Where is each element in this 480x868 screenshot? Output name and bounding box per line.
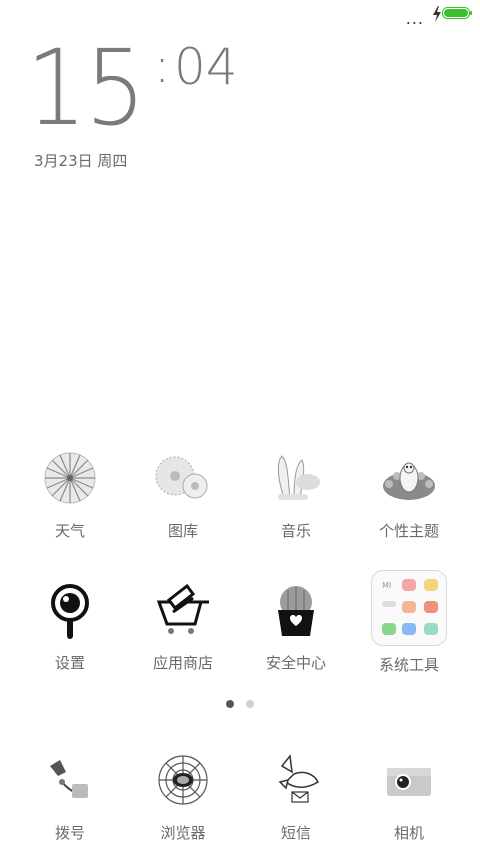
battery-icon bbox=[442, 7, 472, 19]
dock-phone[interactable]: 拨号 bbox=[14, 748, 126, 868]
app-music[interactable]: 音乐 bbox=[240, 446, 352, 566]
settings-eye-icon bbox=[38, 578, 102, 642]
page-dot-1[interactable] bbox=[226, 700, 234, 708]
app-label: 音乐 bbox=[280, 522, 311, 540]
page-indicator[interactable] bbox=[0, 700, 480, 710]
app-label: 图库 bbox=[167, 522, 198, 540]
app-weather[interactable]: 天气 bbox=[14, 446, 126, 566]
folder-background: MI bbox=[371, 570, 447, 646]
app-security[interactable]: 安全中心 bbox=[240, 578, 352, 698]
app-gallery[interactable]: 图库 bbox=[127, 446, 239, 566]
app-system-tools[interactable]: MI 系统工具 bbox=[353, 570, 465, 690]
app-settings[interactable]: 设置 bbox=[14, 578, 126, 698]
app-label: 拨号 bbox=[54, 824, 85, 842]
folder-badge: MI bbox=[382, 581, 392, 590]
signal-dots-icon: ... bbox=[405, 9, 424, 28]
page-dot-2[interactable] bbox=[246, 700, 254, 708]
clock-minutes: 04 bbox=[174, 38, 238, 96]
music-rabbit-icon bbox=[264, 446, 328, 510]
system-tools-folder-icon: MI bbox=[371, 570, 447, 646]
app-label: 相机 bbox=[393, 824, 424, 842]
clock-hours: 15 bbox=[26, 27, 146, 149]
security-cactus-icon bbox=[264, 578, 328, 642]
phone-icon bbox=[38, 748, 102, 812]
app-label: 系统工具 bbox=[378, 656, 439, 674]
app-label: 天气 bbox=[54, 522, 85, 540]
app-label: 短信 bbox=[280, 824, 311, 842]
app-label: 设置 bbox=[54, 654, 85, 672]
app-label: 浏览器 bbox=[160, 824, 206, 842]
browser-spiderweb-icon bbox=[151, 748, 215, 812]
app-themes[interactable]: 个性主题 bbox=[353, 446, 465, 566]
dock-camera[interactable]: 相机 bbox=[353, 748, 465, 868]
camera-icon bbox=[377, 748, 441, 812]
messages-bird-icon bbox=[264, 748, 328, 812]
weather-umbrella-icon bbox=[38, 446, 102, 510]
gallery-gears-icon bbox=[151, 446, 215, 510]
clock-colon: : bbox=[154, 38, 171, 94]
app-label: 个性主题 bbox=[378, 522, 439, 540]
dock-messages[interactable]: 短信 bbox=[240, 748, 352, 868]
dock-browser[interactable]: 浏览器 bbox=[127, 748, 239, 868]
app-label: 应用商店 bbox=[152, 654, 213, 672]
app-store-cart-icon bbox=[151, 578, 215, 642]
status-bar: ... bbox=[0, 0, 480, 28]
charging-bolt-icon bbox=[433, 6, 441, 22]
app-store[interactable]: 应用商店 bbox=[127, 578, 239, 698]
app-label: 安全中心 bbox=[265, 654, 326, 672]
date-label: 3月23日 周四 bbox=[34, 152, 128, 170]
themes-peacock-icon bbox=[377, 446, 441, 510]
